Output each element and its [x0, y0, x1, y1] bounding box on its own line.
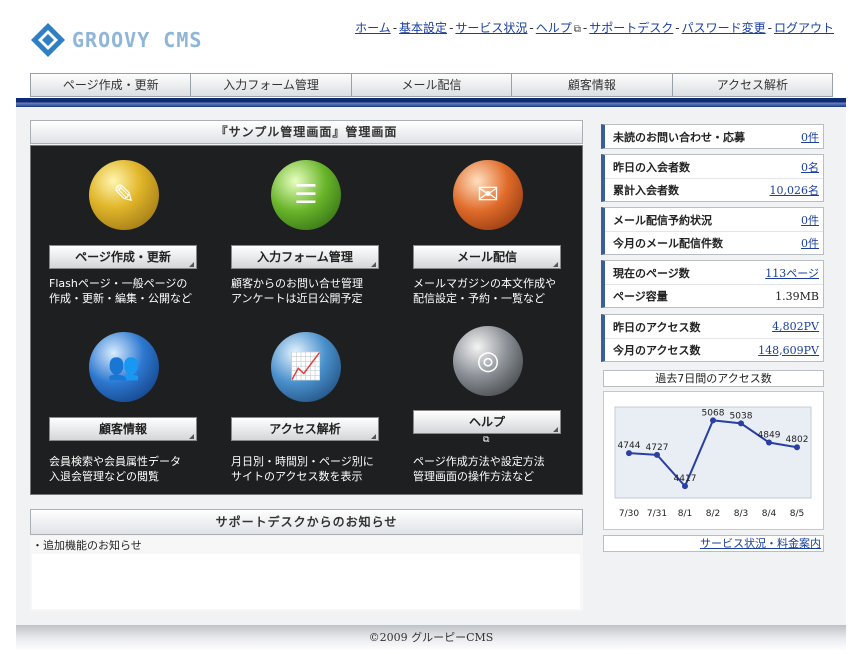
yesterday-access-link[interactable]: 4,802PV: [772, 320, 819, 333]
notebook-pencil-icon[interactable]: ✎: [89, 160, 159, 230]
access-chart: 4744 4727 4417 5068 5038 4849 4802 7/30 7/31 8/1 8…: [603, 391, 824, 530]
new-window-icon: ⧉: [573, 24, 581, 35]
stat-label: 現在のページ数: [613, 266, 690, 280]
dashboard-panel: ✎ ページ作成・更新 Flashページ・一般ページの 作成・更新・編集・公開など…: [30, 145, 583, 495]
chart-title: 過去7日間のアクセス数: [603, 370, 824, 387]
chart-data-label: 4849: [758, 430, 781, 440]
chart-x-tick-label: 8/3: [734, 509, 748, 519]
tile-description: Flashページ・一般ページの 作成・更新・編集・公開など: [49, 277, 192, 305]
support-notice-item[interactable]: ・追加機能のお知らせ: [32, 537, 142, 553]
chart-data-label: 4417: [674, 474, 697, 484]
stat-pages: 現在のページ数 113ページ ページ容量 1.39MB: [601, 260, 824, 308]
customers-button[interactable]: 顧客情報: [49, 417, 197, 441]
lifebuoy-icon[interactable]: ◎: [453, 326, 523, 396]
chart-x-tick-label: 8/2: [706, 509, 720, 519]
chart-data-label: 4802: [786, 435, 809, 445]
access-chart-svg: 4744 4727 4417 5068 5038 4849 4802 7/30 7/31 8/1 8…: [614, 406, 812, 519]
month-access-link[interactable]: 148,609PV: [758, 344, 819, 357]
chart-x-tick-label: 8/1: [678, 509, 692, 519]
password-change-link[interactable]: パスワード変更: [682, 21, 766, 35]
stat-label: ページ容量: [613, 290, 668, 303]
logo[interactable]: GROOVY CMS: [30, 20, 220, 60]
chart-x-tick-label: 7/30: [619, 509, 639, 519]
stat-label: 昨日の入会者数: [613, 160, 690, 174]
chart-x-tick-label: 7/31: [647, 509, 667, 519]
tile-description: 月日別・時間別・ページ別に サイトのアクセス数を表示: [231, 455, 374, 483]
stat-members: 昨日の入会者数 0名 累計入会者数 10,026名: [601, 154, 824, 202]
form-manage-button[interactable]: 入力フォーム管理: [231, 245, 379, 269]
stat-label: 累計入会者数: [613, 184, 679, 197]
support-notice-body: [32, 554, 580, 609]
stat-label: 未読のお問い合わせ・応募: [613, 130, 745, 144]
service-link-box: サービス状況・料金案内: [603, 535, 824, 552]
support-notices: ・追加機能のお知らせ: [30, 536, 583, 611]
unread-count-link[interactable]: 0件: [801, 129, 819, 145]
chart-icon[interactable]: 📈: [271, 332, 341, 402]
home-link[interactable]: ホーム: [355, 21, 391, 35]
stat-mail: メール配信予約状況 0件 今月のメール配信件数 0件: [601, 207, 824, 255]
panel-title: 『サンプル管理画面』管理画面: [30, 120, 583, 144]
form-document-icon[interactable]: ☰: [271, 160, 341, 230]
support-title: サポートデスクからのお知らせ: [30, 509, 583, 535]
nav-item-page-create[interactable]: ページ作成・更新: [31, 74, 192, 96]
service-pricing-link[interactable]: サービス状況・料金案内: [700, 537, 821, 550]
stat-label: 昨日のアクセス数: [613, 320, 701, 334]
logo-diamond-icon: [30, 22, 66, 58]
chart-data-label: 5038: [730, 411, 753, 421]
tile-description: ページ作成方法や設定方法 管理画面の操作方法など: [413, 455, 545, 483]
chart-data-label: 4744: [618, 441, 641, 451]
stat-unread: 未読のお問い合わせ・応募 0件: [601, 124, 824, 149]
stat-access: 昨日のアクセス数 4,802PV 今月のアクセス数 148,609PV: [601, 314, 824, 362]
tile-description: メールマガジンの本文作成や 配信設定・予約・一覧など: [413, 277, 556, 305]
users-icon[interactable]: 👥: [89, 332, 159, 402]
service-status-link[interactable]: サービス状況: [455, 21, 527, 35]
access-button[interactable]: アクセス解析: [231, 417, 379, 441]
page-size-value: 1.39MB: [775, 289, 819, 303]
total-members-link[interactable]: 10,026名: [770, 182, 820, 198]
nav-stripe: [16, 98, 846, 107]
chart-data-label: 4727: [646, 443, 669, 453]
logout-link[interactable]: ログアウト: [774, 21, 834, 35]
nav-item-customers[interactable]: 顧客情報: [512, 74, 673, 96]
tile-description: 顧客からのお問い合せ管理 アンケートは近日公開予定: [231, 277, 363, 305]
nav-item-mail[interactable]: メール配信: [352, 74, 513, 96]
help-link[interactable]: ヘルプ: [536, 21, 572, 35]
support-desk-link[interactable]: サポートデスク: [589, 21, 673, 35]
help-button[interactable]: ヘルプ: [413, 410, 561, 434]
page-count-link[interactable]: 113ページ: [765, 265, 819, 281]
top-links: ホーム - 基本設定 - サービス状況 - ヘルプ ⧉ - サポートデスク - パスワード変更 - ログア…: [355, 21, 834, 35]
stat-label: メール配信予約状況: [613, 213, 712, 227]
mail-button[interactable]: メール配信: [413, 245, 561, 269]
chart-data-label: 5068: [702, 408, 725, 418]
new-window-icon: ⧉: [483, 435, 490, 445]
nav-item-form-manage[interactable]: 入力フォーム管理: [191, 74, 352, 96]
mail-month-link[interactable]: 0件: [801, 235, 819, 251]
stat-label: 今月のメール配信件数: [613, 237, 723, 250]
page-create-button[interactable]: ページ作成・更新: [49, 245, 197, 269]
stat-label: 今月のアクセス数: [613, 344, 701, 357]
chart-x-tick-label: 8/5: [790, 509, 804, 519]
mail-reserved-link[interactable]: 0件: [801, 212, 819, 228]
chart-x-tick-label: 8/4: [762, 509, 777, 519]
yesterday-members-link[interactable]: 0名: [801, 159, 819, 175]
main-nav: ページ作成・更新 入力フォーム管理 メール配信 顧客情報 アクセス解析: [30, 73, 833, 97]
nav-item-access[interactable]: アクセス解析: [673, 74, 832, 96]
logo-text: GROOVY CMS: [72, 28, 203, 52]
mail-envelope-icon[interactable]: ✉: [453, 160, 523, 230]
basic-settings-link[interactable]: 基本設定: [399, 21, 447, 35]
footer-copyright: ©2009 グルーピーCMS: [16, 625, 846, 651]
tile-description: 会員検索や会員属性データ 入退会管理などの閲覧: [49, 455, 181, 483]
